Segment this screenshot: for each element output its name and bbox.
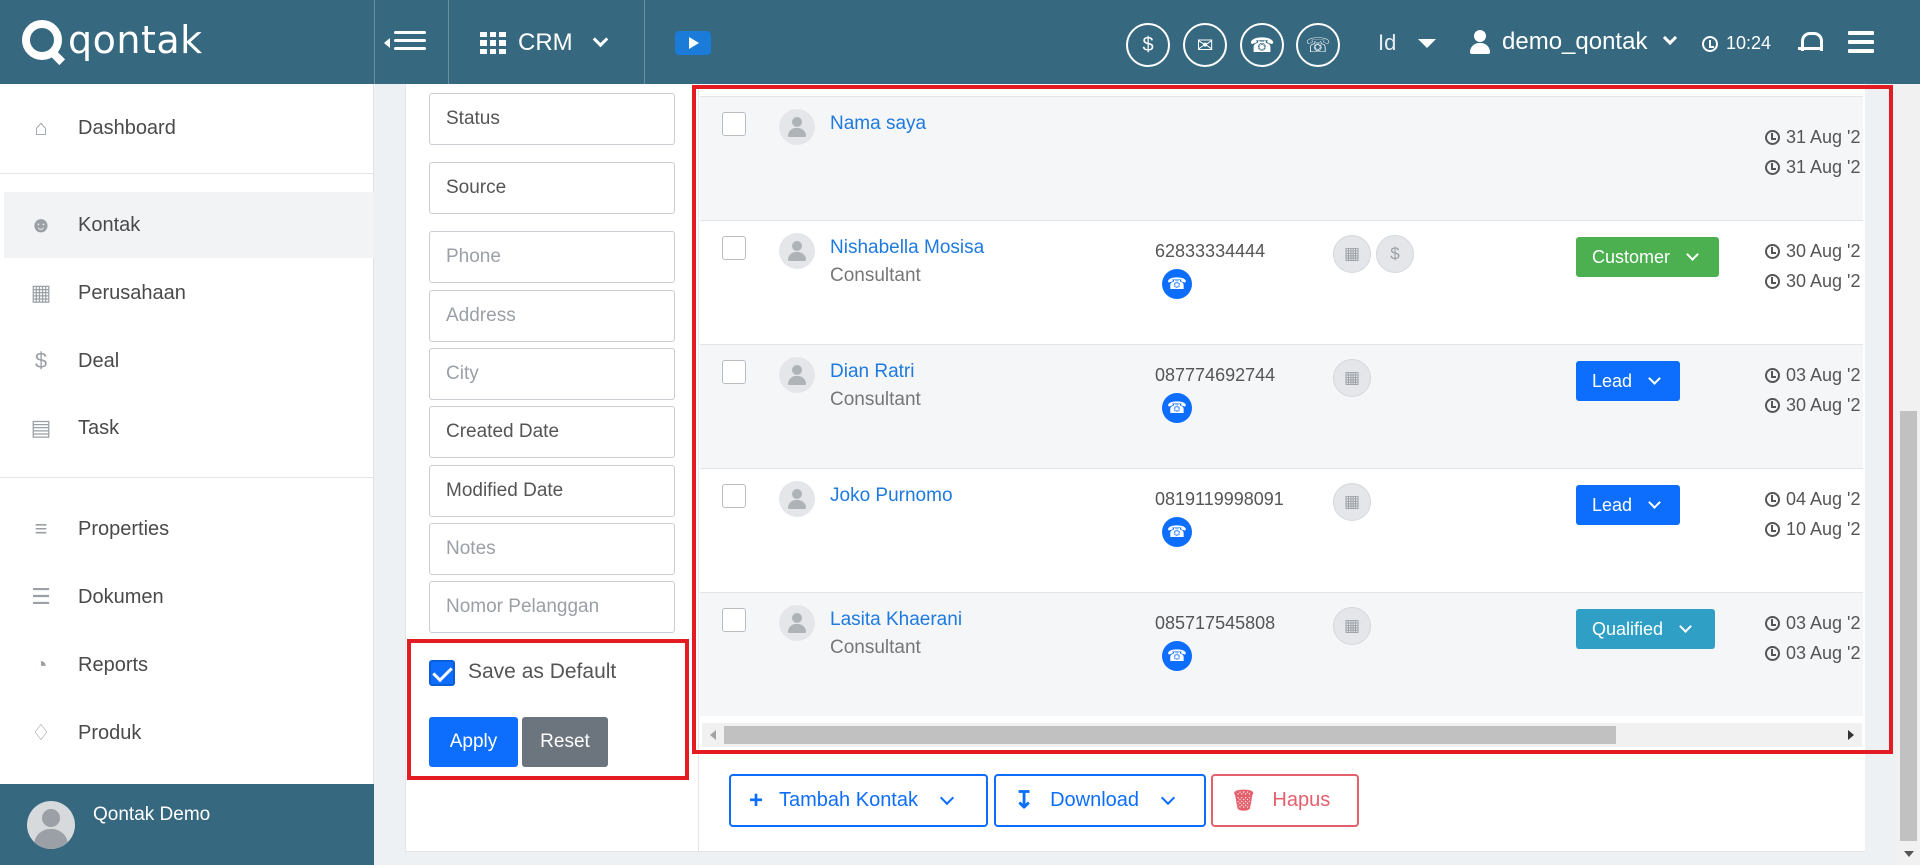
notes-filter[interactable]: Notes: [429, 523, 675, 575]
sidebar-user-name: Qontak Demo: [93, 804, 211, 825]
list-icon: ≡: [34, 516, 48, 541]
chevron-down-icon: [939, 790, 955, 805]
apps-grid-icon: [480, 32, 506, 54]
divider: [374, 0, 375, 84]
divider: [0, 173, 374, 174]
qontak-logo[interactable]: qontak: [22, 14, 203, 66]
sidebar: ⌂ Dashboard ☻ Kontak ▦ Perusahaan $ Deal…: [0, 84, 374, 865]
avatar: [27, 801, 75, 849]
chevron-down-icon: [1663, 30, 1678, 46]
save-default-label: Save as Default: [468, 660, 617, 683]
sidebar-item-task[interactable]: ▤ Task: [4, 395, 374, 461]
sidebar-item-label: Kontak: [78, 213, 141, 236]
trash-icon: 🗑: [1231, 790, 1257, 812]
contacts-icon: ☻: [29, 212, 53, 237]
sidebar-item-label: Perusahaan: [78, 281, 186, 304]
chevron-down-icon: [592, 31, 608, 47]
module-switcher[interactable]: CRM: [480, 24, 608, 62]
hamburger-menu-icon[interactable]: [1848, 31, 1874, 58]
reset-button[interactable]: Reset: [522, 717, 608, 767]
calendar-icon: ▤: [30, 415, 52, 440]
sidebar-item-label: Reports: [78, 653, 149, 676]
table-highlight: [692, 85, 1893, 754]
sidebar-item-perusahaan[interactable]: ▦ Perusahaan: [4, 260, 374, 326]
add-contact-button[interactable]: + Tambah Kontak: [729, 774, 988, 827]
bell-icon[interactable]: [1798, 30, 1823, 54]
tag-icon: ♢: [31, 720, 51, 745]
sidebar-item-label: Dokumen: [78, 585, 164, 608]
sidebar-item-dokumen[interactable]: ☰ Dokumen: [4, 564, 374, 630]
scroll-down-arrow-icon[interactable]: [1904, 851, 1914, 857]
vertical-scrollbar[interactable]: [1897, 84, 1920, 865]
building-icon: ▦: [30, 280, 52, 305]
sidebar-item-label: Properties: [78, 517, 170, 540]
add-contact-label: Tambah Kontak: [779, 789, 918, 811]
save-default-checkbox[interactable]: [429, 660, 455, 686]
download-label: Download: [1050, 789, 1140, 811]
sidebar-item-reports[interactable]: ◔ Reports: [4, 632, 374, 698]
phone-filter[interactable]: Phone: [429, 231, 675, 283]
logo-text: qontak: [68, 18, 203, 62]
language-label: Id: [1378, 30, 1397, 55]
divider: [644, 0, 645, 84]
created-date-filter[interactable]: Created Date: [429, 406, 675, 458]
chevron-down-icon: [1160, 790, 1176, 805]
scrollbar-thumb[interactable]: [1900, 411, 1917, 841]
logo-mark-icon: [22, 20, 62, 60]
clock-icon: [1702, 35, 1718, 52]
sidebar-item-deal[interactable]: $ Deal: [4, 328, 374, 394]
user-menu[interactable]: demo_qontak: [1470, 28, 1678, 56]
module-label: CRM: [518, 29, 573, 56]
status-filter[interactable]: Status: [429, 93, 675, 145]
sidebar-item-label: Produk: [78, 721, 142, 744]
layers-icon: ☰: [31, 584, 51, 609]
sidebar-toggle-button[interactable]: [384, 26, 426, 58]
phone-icon[interactable]: ☎: [1240, 23, 1284, 67]
money-icon[interactable]: $: [1126, 23, 1170, 67]
apply-button[interactable]: Apply: [429, 717, 518, 767]
sidebar-item-properties[interactable]: ≡ Properties: [4, 496, 374, 562]
sidebar-item-label: Task: [78, 416, 120, 439]
sidebar-user-footer[interactable]: Qontak Demo: [0, 784, 374, 865]
nomor-pelanggan-filter[interactable]: Nomor Pelanggan: [429, 581, 675, 633]
divider: [448, 0, 449, 84]
dollar-icon: $: [34, 348, 48, 373]
sidebar-item-dashboard[interactable]: ⌂ Dashboard: [4, 95, 374, 161]
username: demo_qontak: [1502, 28, 1648, 55]
language-selector[interactable]: Id: [1378, 30, 1437, 56]
plus-icon: +: [749, 786, 764, 814]
divider: [0, 477, 374, 478]
city-filter[interactable]: City: [429, 348, 675, 400]
delete-label: Hapus: [1272, 789, 1331, 811]
call-list-icon[interactable]: ☏: [1296, 23, 1340, 67]
download-icon: ↧: [1014, 787, 1035, 814]
user-icon: [1470, 30, 1490, 54]
home-icon: ⌂: [34, 115, 48, 140]
sidebar-item-label: Dashboard: [78, 116, 176, 139]
modified-date-filter[interactable]: Modified Date: [429, 465, 675, 517]
caret-down-icon: [1418, 38, 1437, 48]
sidebar-item-label: Deal: [78, 349, 120, 372]
delete-button[interactable]: 🗑 Hapus: [1211, 774, 1359, 827]
clock-display: 10:24: [1702, 33, 1771, 54]
top-navbar: qontak CRM $ ✉ ☎ ☏ Id demo_qontak 10:24: [0, 0, 1920, 84]
address-filter[interactable]: Address: [429, 290, 675, 342]
source-filter[interactable]: Source: [429, 162, 675, 214]
sidebar-item-kontak[interactable]: ☻ Kontak: [4, 192, 374, 258]
video-icon[interactable]: [675, 31, 711, 55]
time-label: 10:24: [1726, 33, 1772, 53]
pie-chart-icon: ◔: [34, 652, 48, 677]
download-button[interactable]: ↧ Download: [994, 774, 1206, 827]
sidebar-item-produk[interactable]: ♢ Produk: [4, 700, 374, 766]
chat-icon[interactable]: ✉: [1183, 23, 1227, 67]
